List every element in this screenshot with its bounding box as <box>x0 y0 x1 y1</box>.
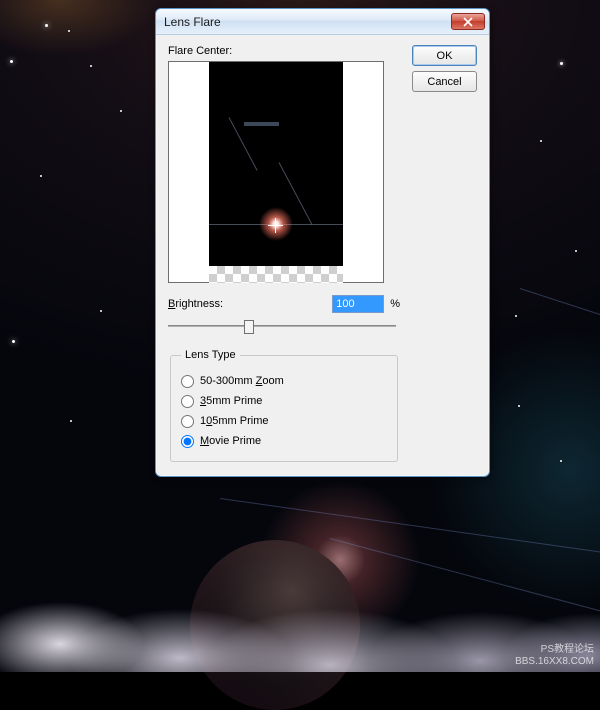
star <box>120 110 122 112</box>
dialog-title: Lens Flare <box>164 15 451 29</box>
lens-option-105mm[interactable]: 105mm Prime <box>181 411 387 431</box>
brightness-unit: % <box>390 298 400 310</box>
lens-option-movie[interactable]: Movie Prime <box>181 431 387 451</box>
radio-35mm[interactable] <box>181 395 194 408</box>
radio-50-300mm[interactable] <box>181 375 194 388</box>
star <box>10 60 13 63</box>
lens-type-legend: Lens Type <box>181 349 240 361</box>
star <box>575 250 577 252</box>
watermark-line2: BBS.16XX8.COM <box>515 656 594 668</box>
star <box>90 65 92 67</box>
radio-movie[interactable] <box>181 435 194 448</box>
star <box>540 140 542 142</box>
star <box>68 30 70 32</box>
preview-image <box>209 62 343 266</box>
flare-center-label: Flare Center: <box>168 45 400 57</box>
brightness-row: Brightness: % <box>168 295 400 313</box>
flare-streak <box>244 122 279 126</box>
dialog-body: Flare Center: Brightness: <box>156 35 489 476</box>
lens-type-group: Lens Type 50-300mm Zoom 35mm Prime 105mm… <box>170 349 398 462</box>
flare-center-preview[interactable] <box>168 61 384 283</box>
star <box>560 62 563 65</box>
lens-flare-dialog: Lens Flare Flare Center: <box>155 8 490 477</box>
dialog-titlebar[interactable]: Lens Flare <box>156 9 489 35</box>
preview-container <box>168 61 400 283</box>
brightness-input[interactable] <box>332 295 384 313</box>
star <box>70 420 72 422</box>
clouds <box>0 532 600 672</box>
star <box>515 315 517 317</box>
crosshair-icon <box>268 218 283 233</box>
lens-option-50-300mm[interactable]: 50-300mm Zoom <box>181 371 387 391</box>
brightness-label: Brightness: <box>168 298 326 310</box>
star <box>45 24 48 27</box>
close-button[interactable] <box>451 13 485 30</box>
star <box>560 460 562 462</box>
star <box>518 405 520 407</box>
radio-label: 35mm Prime <box>200 395 262 407</box>
radio-105mm[interactable] <box>181 415 194 428</box>
radio-label: 50-300mm Zoom <box>200 375 284 387</box>
cancel-button[interactable]: Cancel <box>412 71 477 92</box>
close-icon <box>463 17 473 27</box>
transparency-checker <box>209 266 343 283</box>
ok-button[interactable]: OK <box>412 45 477 66</box>
watermark-line1: PS教程论坛 <box>515 644 594 656</box>
brightness-slider[interactable] <box>168 317 396 335</box>
radio-label: Movie Prime <box>200 435 261 447</box>
dialog-right-column: OK Cancel <box>412 45 477 462</box>
lens-option-35mm[interactable]: 35mm Prime <box>181 391 387 411</box>
slider-thumb[interactable] <box>244 320 254 334</box>
radio-label: 105mm Prime <box>200 415 268 427</box>
dialog-left-column: Flare Center: Brightness: <box>168 45 400 462</box>
star <box>100 310 102 312</box>
slider-track <box>168 325 396 327</box>
watermark: PS教程论坛 BBS.16XX8.COM <box>515 644 594 668</box>
star <box>40 175 42 177</box>
star <box>12 340 15 343</box>
